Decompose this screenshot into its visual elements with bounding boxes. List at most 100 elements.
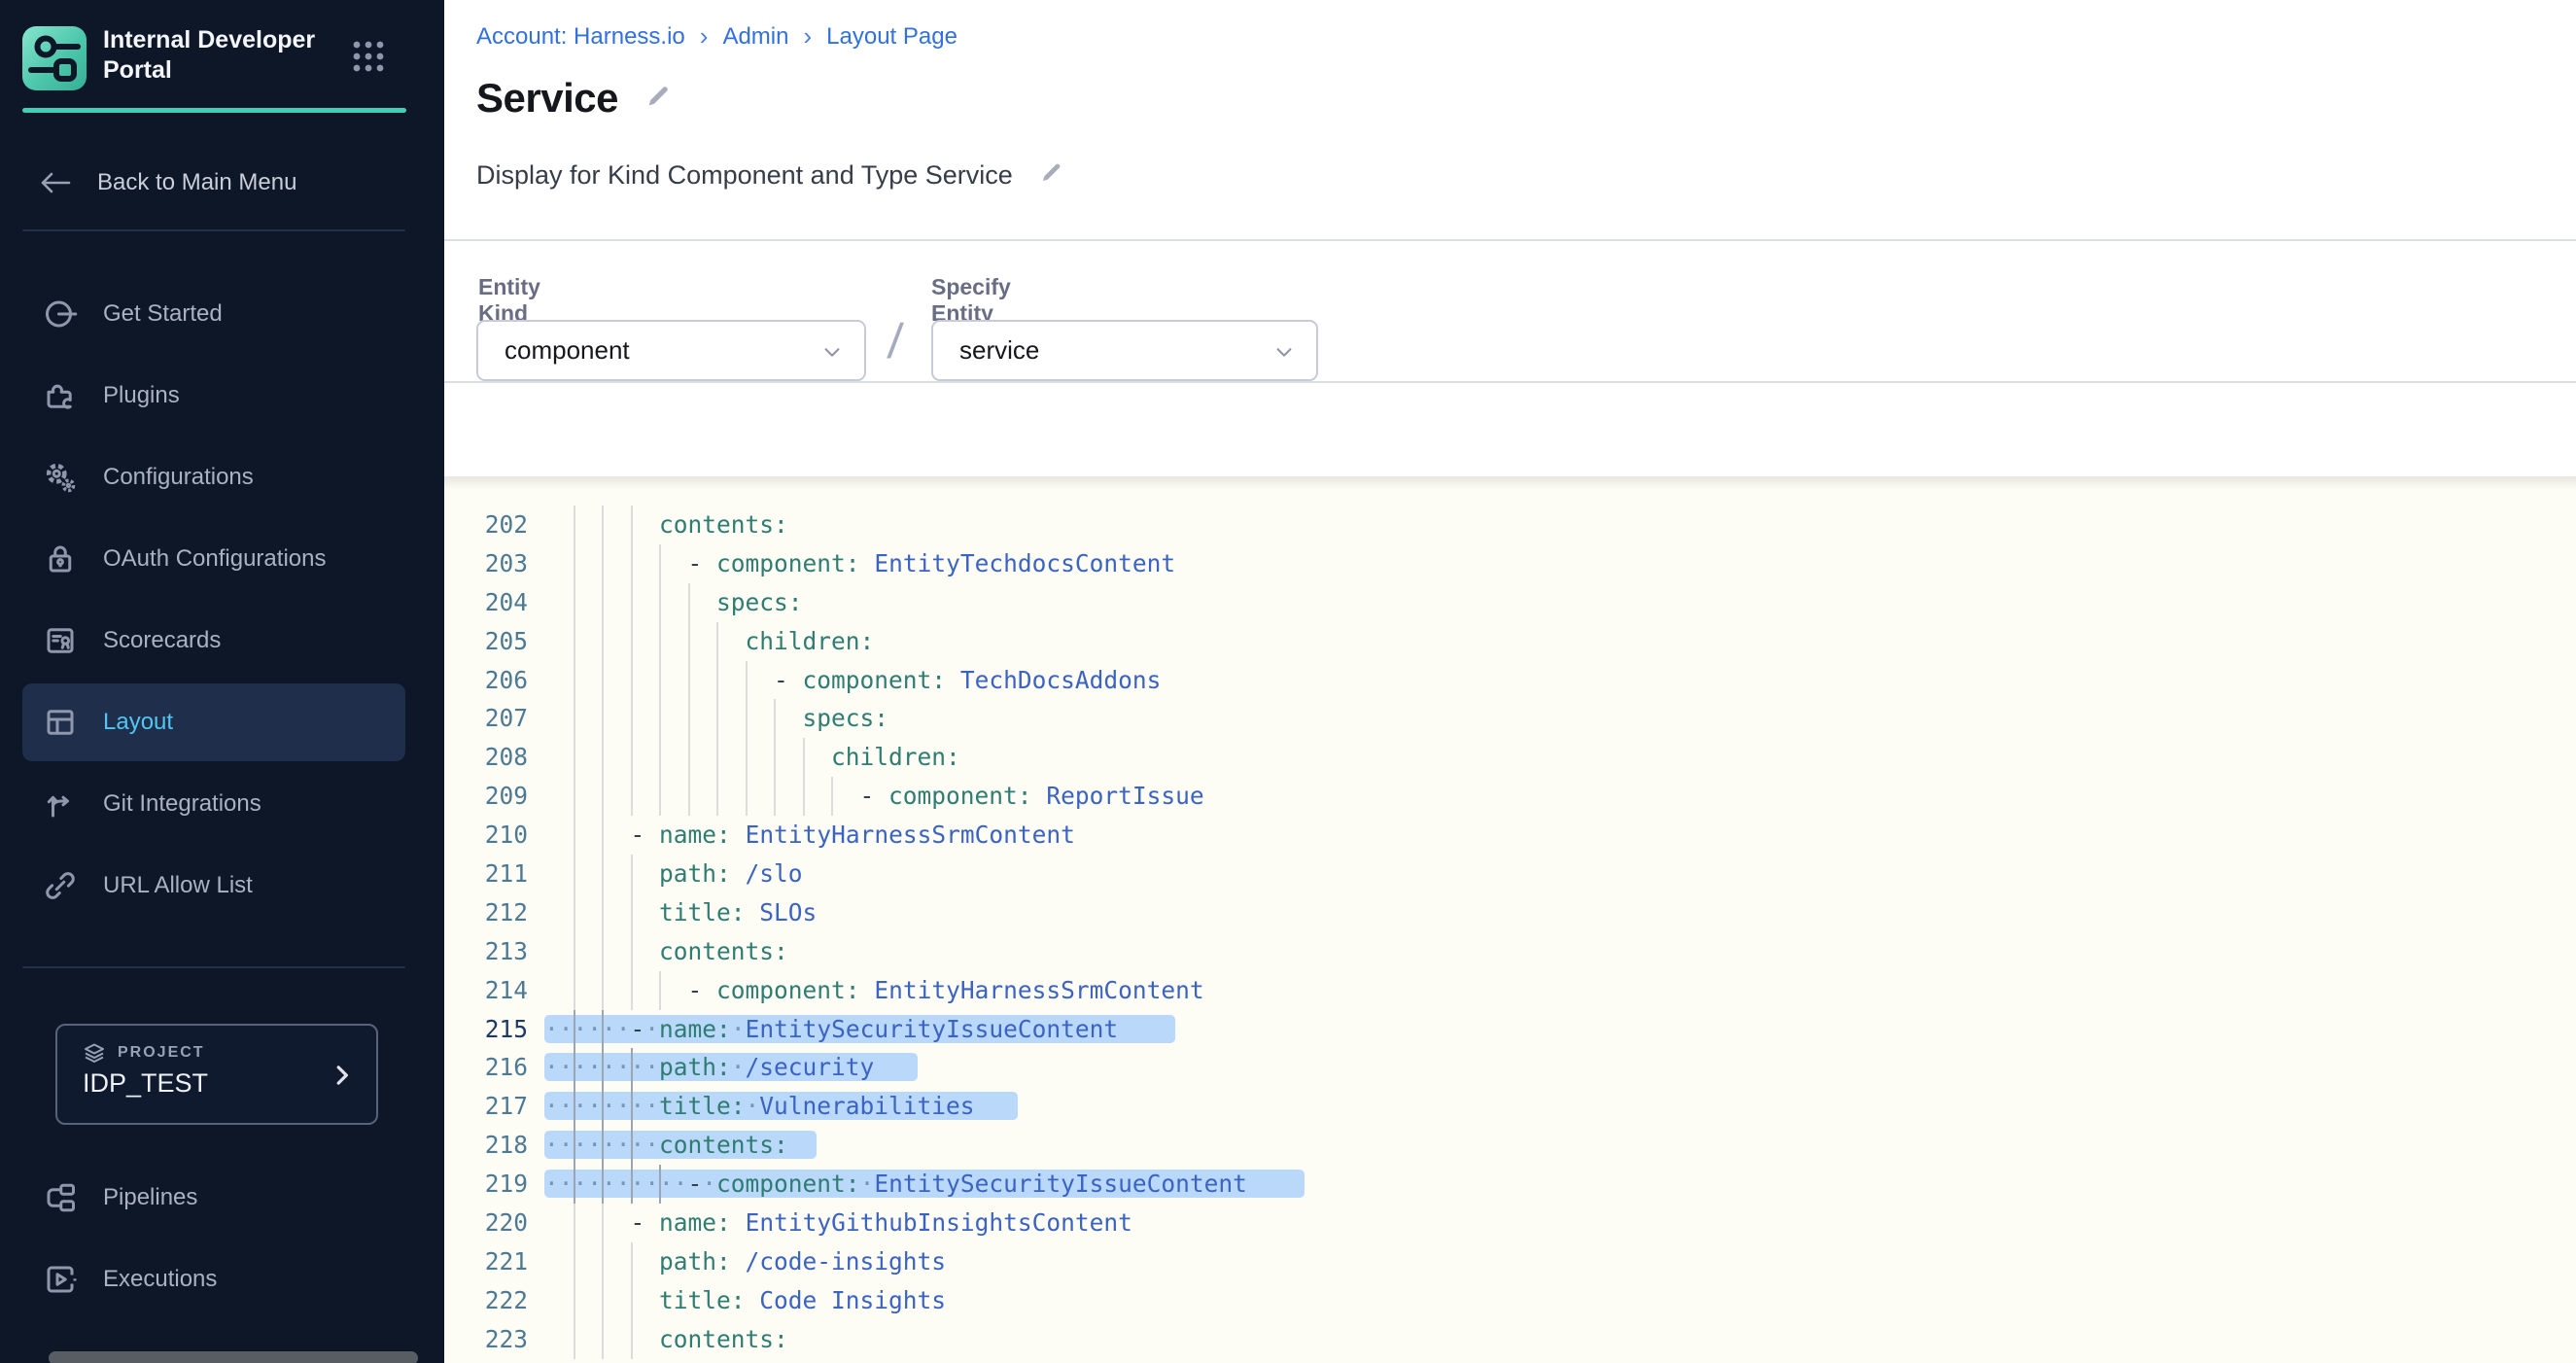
lock-icon xyxy=(43,542,78,577)
gear-icon xyxy=(43,460,78,495)
indent-guide xyxy=(602,1048,604,1087)
line-number: 206 xyxy=(444,661,528,700)
code-line[interactable]: 208 children: xyxy=(444,738,2576,777)
breadcrumb-account-link[interactable]: Account: Harness.io xyxy=(476,23,685,51)
code-line[interactable]: 210 - name: EntityHarnessSrmContent xyxy=(444,816,2576,855)
chevron-down-icon xyxy=(1273,341,1295,367)
indent-guide xyxy=(602,855,604,893)
entity-type-select[interactable]: service xyxy=(931,320,1318,381)
indent-guide xyxy=(574,1281,575,1320)
sidebar-item-oauth-configurations[interactable]: OAuth Configurations xyxy=(0,518,444,600)
line-number: 211 xyxy=(444,855,528,893)
indent-guide xyxy=(602,699,604,738)
sidebar-item-layout[interactable]: Layout xyxy=(0,682,444,763)
code-line[interactable]: 220 - name: EntityGithubInsightsContent xyxy=(444,1204,2576,1242)
sidebar-item-plugins[interactable]: Plugins xyxy=(0,355,444,437)
sidebar-item-git-integrations[interactable]: Git Integrations xyxy=(0,763,444,845)
indent-guide xyxy=(659,544,661,583)
edit-title-pencil-icon[interactable] xyxy=(644,82,673,116)
indent-guide xyxy=(574,855,575,893)
apps-grid-icon[interactable] xyxy=(351,39,386,74)
sidebar-item-label: Pipelines xyxy=(103,1184,197,1211)
yaml-code-editor[interactable]: 202 contents:203 - component: EntityTech… xyxy=(444,476,2576,1363)
code-text: - name: EntityGithubInsightsContent xyxy=(544,1204,1132,1242)
code-line[interactable]: 219··········-·component:·EntitySecurity… xyxy=(444,1165,2576,1204)
code-line[interactable]: 216········path:·/security xyxy=(444,1048,2576,1087)
indent-guide xyxy=(574,777,575,816)
sidebar-item-label: Configurations xyxy=(103,464,254,491)
sidebar-item-executions[interactable]: Executions xyxy=(0,1239,444,1320)
indent-guide xyxy=(574,1010,575,1049)
indent-guide xyxy=(602,506,604,544)
sidebar-item-label: URL Allow List xyxy=(103,872,253,899)
line-number: 208 xyxy=(444,738,528,777)
edit-subtitle-pencil-icon[interactable] xyxy=(1038,159,1064,191)
indent-guide xyxy=(631,506,633,544)
code-line[interactable]: 214 - component: EntityHarnessSrmContent xyxy=(444,971,2576,1010)
horizontal-scrollbar-thumb[interactable] xyxy=(49,1351,418,1363)
sidebar-item-configurations[interactable]: Configurations xyxy=(0,437,444,518)
code-line[interactable]: 223 contents: xyxy=(444,1320,2576,1359)
line-number: 221 xyxy=(444,1242,528,1281)
divider xyxy=(444,239,2576,241)
code-line[interactable]: 215······-·name:·EntitySecurityIssueCont… xyxy=(444,1010,2576,1049)
page-subtitle: Display for Kind Component and Type Serv… xyxy=(476,160,1013,191)
get-started-icon xyxy=(43,297,78,332)
chevron-down-icon xyxy=(821,341,843,367)
app-logo[interactable] xyxy=(22,26,87,90)
code-text: ········path:·/security xyxy=(544,1048,918,1087)
sidebar-bottom-nav: Pipelines Executions xyxy=(0,1157,444,1320)
code-line[interactable]: 221 path: /code-insights xyxy=(444,1242,2576,1281)
indent-guide xyxy=(631,777,633,816)
code-line[interactable]: 209 - component: ReportIssue xyxy=(444,777,2576,816)
code-line[interactable]: 207 specs: xyxy=(444,699,2576,738)
code-line[interactable]: 203 - component: EntityTechdocsContent xyxy=(444,544,2576,583)
back-to-main-menu[interactable]: Back to Main Menu xyxy=(0,158,444,207)
indent-guide xyxy=(602,1165,604,1204)
code-line[interactable]: 205 children: xyxy=(444,622,2576,661)
divider xyxy=(22,229,405,231)
breadcrumb-admin-link[interactable]: Admin xyxy=(722,23,788,51)
project-selector[interactable]: PROJECT IDP_TEST xyxy=(55,1024,378,1125)
indent-guide xyxy=(574,1242,575,1281)
sidebar-item-pipelines[interactable]: Pipelines xyxy=(0,1157,444,1239)
sidebar-item-get-started[interactable]: Get Started xyxy=(0,273,444,355)
code-line[interactable]: 213 contents: xyxy=(444,932,2576,971)
code-text: - name: EntityHarnessSrmContent xyxy=(544,816,1075,855)
line-number: 214 xyxy=(444,971,528,1010)
indent-guide xyxy=(631,1048,633,1087)
indent-guide xyxy=(631,1087,633,1126)
entity-kind-value: component xyxy=(505,335,630,366)
indent-guide xyxy=(574,1204,575,1242)
code-line[interactable]: 217········title:·Vulnerabilities xyxy=(444,1087,2576,1126)
code-line[interactable]: 204 specs: xyxy=(444,583,2576,622)
code-line[interactable]: 222 title: Code Insights xyxy=(444,1281,2576,1320)
indent-guide xyxy=(659,622,661,661)
indent-guide xyxy=(631,622,633,661)
code-line[interactable]: 202 contents: xyxy=(444,506,2576,544)
selection-highlight: ········path:·/security xyxy=(544,1053,918,1081)
entity-kind-select[interactable]: component xyxy=(476,320,866,381)
indent-guide xyxy=(659,738,661,777)
code-lines: 202 contents:203 - component: EntityTech… xyxy=(444,506,2576,1359)
line-number: 210 xyxy=(444,816,528,855)
breadcrumb-separator: › xyxy=(803,21,812,52)
main-content: Account: Harness.io › Admin › Layout Pag… xyxy=(444,0,2576,1363)
sidebar-item-url-allow-list[interactable]: URL Allow List xyxy=(0,845,444,926)
pipelines-icon xyxy=(43,1180,78,1215)
code-line[interactable]: 206 - component: TechDocsAddons xyxy=(444,661,2576,700)
code-line[interactable]: 212 title: SLOs xyxy=(444,893,2576,932)
indent-guide xyxy=(631,893,633,932)
breadcrumb-layout-page-link[interactable]: Layout Page xyxy=(826,23,957,51)
code-text: - component: ReportIssue xyxy=(544,777,1204,816)
line-number: 223 xyxy=(444,1320,528,1359)
executions-icon xyxy=(43,1262,78,1297)
sidebar-item-scorecards[interactable]: Scorecards xyxy=(0,600,444,682)
code-text: - component: EntityHarnessSrmContent xyxy=(544,971,1204,1010)
code-line[interactable]: 211 path: /slo xyxy=(444,855,2576,893)
page-title: Service xyxy=(476,75,618,122)
indent-guide xyxy=(602,1010,604,1049)
indent-guide xyxy=(688,738,690,777)
code-line[interactable]: 218········contents: xyxy=(444,1126,2576,1165)
app-title: Internal Developer Portal xyxy=(103,25,356,86)
